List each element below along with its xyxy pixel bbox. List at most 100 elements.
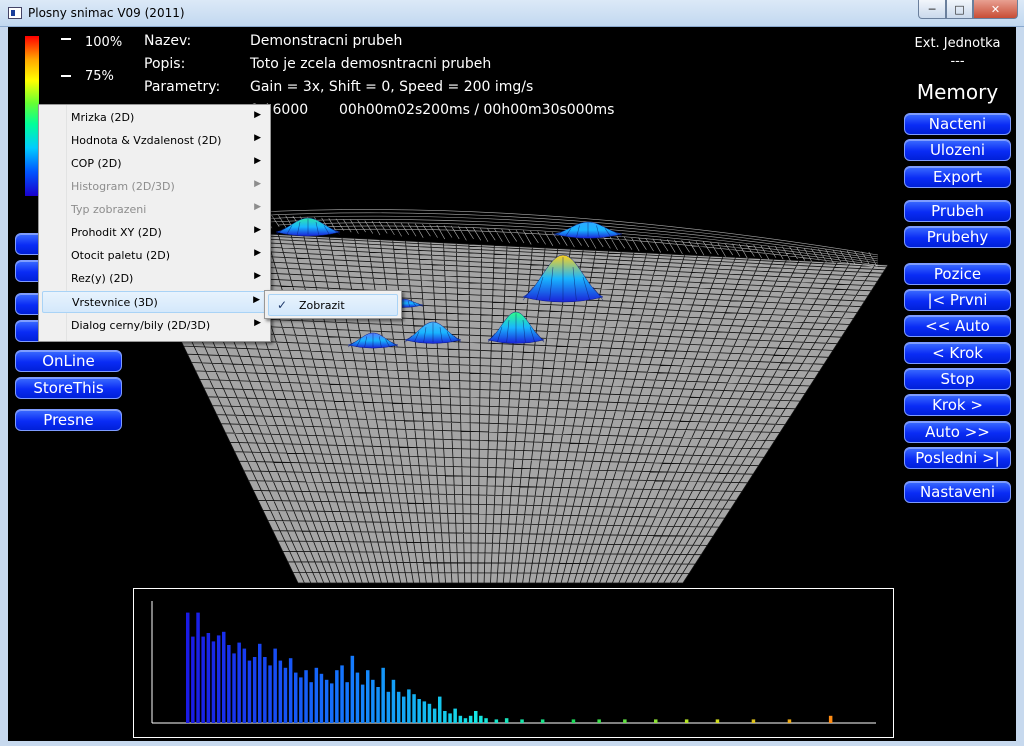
submenu-arrow-icon: ▶ [254, 179, 261, 189]
histogram-bar [288, 658, 293, 723]
export-button[interactable]: Export [904, 166, 1011, 188]
menu-item-cuts[interactable]: Rez(y) (2D) ▶ [42, 268, 267, 290]
scale-tick-100 [61, 38, 71, 40]
maximize-button[interactable]: □ [946, 0, 973, 19]
description-label: Popis: [144, 56, 186, 72]
menu-item-rotate-palette[interactable]: Otocit paletu (2D) ▶ [42, 245, 267, 267]
histogram-bar [232, 653, 236, 723]
histogram-bar [222, 631, 226, 723]
prubeh-button[interactable]: Prubeh [904, 200, 1011, 222]
menu-item-contours[interactable]: Vrstevnice (3D) ▶ [42, 291, 267, 313]
time-readout: 00h00m02s200ms / 00h00m30s000ms [339, 102, 615, 118]
menu-item-label: COP (2D) [71, 157, 122, 170]
menu-item-value-distance[interactable]: Hodnota & Vzdalenost (2D) ▶ [42, 130, 267, 152]
ext-unit-label: Ext. Jednotka [914, 36, 1001, 51]
histogram-bar [386, 691, 391, 723]
title-bar[interactable]: Plosny snimac V09 (2011) ─ □ ✕ [0, 0, 1024, 27]
histogram-bar [540, 719, 545, 723]
submenu-item-show[interactable]: ✓ Zobrazit [268, 294, 398, 316]
save-button[interactable]: Ulozeni [904, 139, 1011, 161]
window-frame-left [0, 27, 8, 746]
step-back-button[interactable]: < Krok [904, 342, 1011, 364]
settings-button[interactable]: Nastaveni [904, 481, 1011, 503]
histogram-bar [597, 719, 601, 723]
first-button[interactable]: |< Prvni [904, 289, 1011, 311]
submenu-arrow-icon: ▶ [254, 202, 261, 212]
histogram-bar [335, 670, 339, 723]
store-this-button[interactable]: StoreThis [15, 377, 122, 399]
menu-item-histogram: Histogram (2D/3D) ▶ [42, 176, 267, 198]
histogram-bar [520, 719, 524, 723]
histogram-bar [504, 718, 509, 723]
submenu-item-label: Zobrazit [299, 299, 345, 312]
menu-item-swap-xy[interactable]: Prohodit XY (2D) ▶ [42, 222, 267, 244]
submenu-arrow-icon: ▶ [253, 295, 260, 305]
close-button[interactable]: ✕ [973, 0, 1018, 19]
window-title: Plosny snimac V09 (2011) [28, 6, 185, 20]
menu-item-dialog-bw[interactable]: Dialog cerny/bily (2D/3D) ▶ [42, 315, 267, 337]
histogram-bar [828, 715, 833, 723]
check-icon: ✓ [277, 298, 288, 312]
histogram-bar [263, 657, 267, 723]
histogram-bar [360, 684, 365, 723]
histogram-bar [355, 672, 360, 723]
histogram-bar [319, 673, 324, 723]
position-button[interactable]: Pozice [904, 263, 1011, 285]
histogram-bar [484, 718, 488, 723]
submenu-arrow-icon: ▶ [254, 248, 261, 258]
scale-label-100: 100% [85, 35, 123, 50]
histogram-bar [623, 719, 627, 723]
histogram-bar [314, 667, 319, 723]
scale-tick-75 [61, 75, 71, 77]
histogram-bar [407, 689, 411, 723]
submenu-arrow-icon: ▶ [254, 271, 261, 281]
histogram-bar [654, 719, 658, 723]
step-forward-button[interactable]: Krok > [904, 394, 1011, 416]
auto-back-button[interactable]: << Auto [904, 315, 1011, 337]
histogram-bar [211, 641, 216, 723]
precise-button[interactable]: Presne [15, 409, 122, 431]
histogram-bar [227, 645, 231, 723]
histogram-bar [787, 719, 792, 723]
histogram-bar [252, 657, 257, 723]
description-value: Toto je zcela demosntracni prubeh [250, 56, 492, 72]
menu-item-label: Hodnota & Vzdalenost (2D) [71, 134, 222, 147]
submenu-arrow-icon: ▶ [254, 318, 261, 328]
stop-button[interactable]: Stop [904, 368, 1011, 390]
menu-item-label: Prohodit XY (2D) [71, 226, 162, 239]
minimize-button[interactable]: ─ [918, 0, 946, 19]
app-icon [8, 7, 22, 19]
submenu-arrow-icon: ▶ [254, 156, 261, 166]
contours-submenu: ✓ Zobrazit [264, 290, 402, 319]
histogram-bars [186, 612, 833, 723]
histogram-bar [751, 719, 756, 723]
last-button[interactable]: Posledni >| [904, 447, 1011, 469]
name-value: Demonstracni prubeh [250, 33, 403, 49]
histogram-bar [468, 715, 473, 723]
histogram-bar [350, 655, 355, 723]
histogram-bar [453, 708, 457, 723]
name-label: Nazev: [144, 33, 192, 49]
auto-forward-button[interactable]: Auto >> [904, 421, 1011, 443]
histogram-bar [479, 715, 483, 723]
menu-item-label: Vrstevnice (3D) [72, 296, 158, 309]
context-menu: Mrizka (2D) ▶ Hodnota & Vzdalenost (2D) … [38, 104, 271, 342]
histogram-bar [412, 694, 416, 723]
histogram-bar [273, 648, 277, 723]
menu-item-label: Mrizka (2D) [71, 111, 135, 124]
prubehy-button[interactable]: Prubehy [904, 226, 1011, 248]
ext-unit-value: --- [950, 54, 965, 69]
parameters-label: Parametry: [144, 79, 221, 95]
histogram-bar [191, 636, 195, 723]
histogram-bar [381, 667, 385, 723]
load-button[interactable]: Nacteni [904, 113, 1011, 135]
online-button[interactable]: OnLine [15, 350, 122, 372]
window-frame-right [1016, 27, 1024, 746]
histogram-bar [458, 715, 463, 723]
menu-item-cop[interactable]: COP (2D) ▶ [42, 153, 267, 175]
submenu-arrow-icon: ▶ [254, 225, 261, 235]
histogram-bar [443, 711, 447, 723]
histogram-bar [206, 633, 211, 723]
menu-item-grid[interactable]: Mrizka (2D) ▶ [42, 107, 267, 129]
histogram-bar [494, 719, 499, 723]
